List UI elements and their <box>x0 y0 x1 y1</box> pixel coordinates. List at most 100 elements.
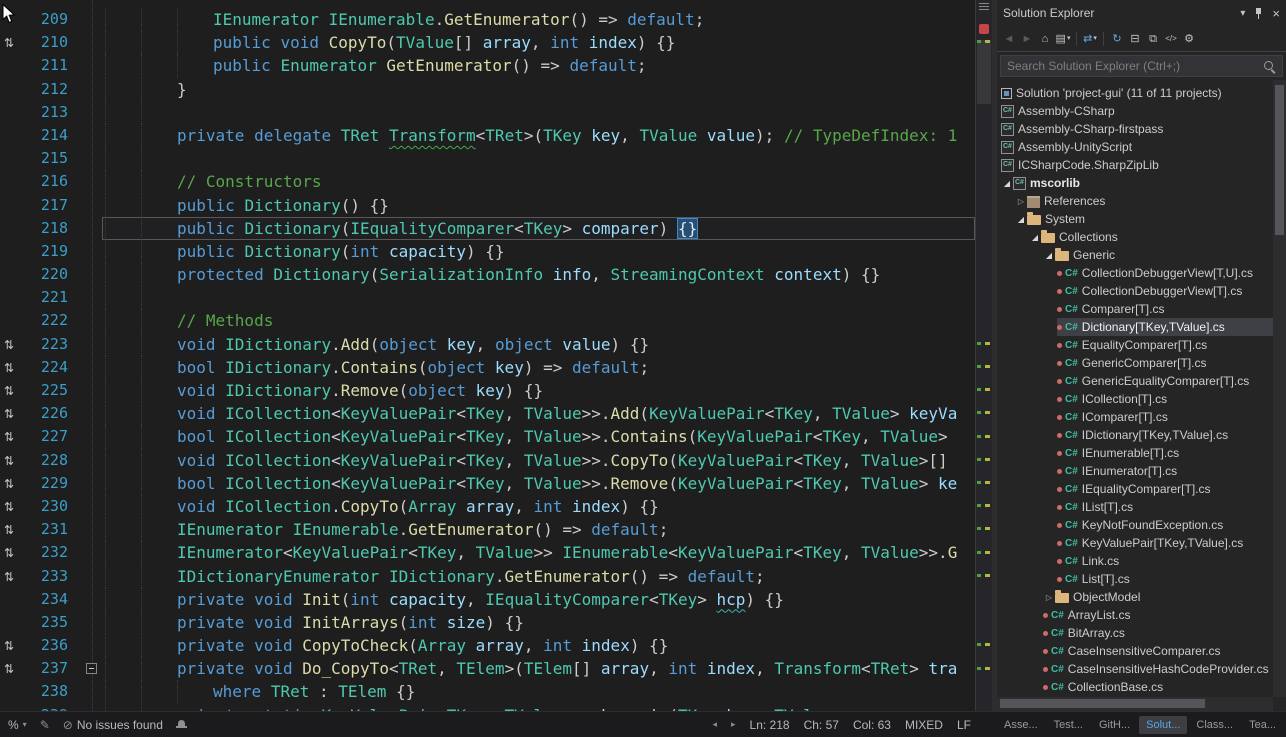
line-number[interactable]: 219 <box>26 240 82 263</box>
line-number[interactable]: 221 <box>26 286 82 309</box>
code-line[interactable]: void IDictionary.Add(object key, object … <box>102 333 975 356</box>
collapse-arrow-icon[interactable]: ◢ <box>1015 215 1027 224</box>
override-indicator-icon[interactable]: ⇅ <box>0 639 14 653</box>
line-number[interactable]: 218 <box>26 217 82 240</box>
code-line[interactable] <box>102 286 975 309</box>
tree-item[interactable]: ▷ObjectModel <box>997 588 1273 606</box>
code-line[interactable]: private void Init(int capacity, IEqualit… <box>102 588 975 611</box>
code-line[interactable]: public Enumerator GetEnumerator() => def… <box>102 54 975 77</box>
override-indicator-icon[interactable]: ⇅ <box>0 384 14 398</box>
tree-item[interactable]: CollectionDebuggerView[T,U].cs <box>997 264 1273 282</box>
tree-item[interactable]: GenericEqualityComparer[T].cs <box>997 372 1273 390</box>
refresh-button[interactable]: ↻ <box>1109 31 1125 47</box>
line-number[interactable]: 213 <box>26 101 82 124</box>
override-indicator-icon[interactable]: ⇅ <box>0 662 14 676</box>
collapse-arrow-icon[interactable]: ◢ <box>1001 179 1013 188</box>
switch-views-button[interactable]: ▤▾ <box>1055 31 1071 47</box>
tree-item[interactable]: IDictionary[TKey,TValue].cs <box>997 426 1273 444</box>
tree-item[interactable]: IList[T].cs <box>997 498 1273 516</box>
nav-back-icon[interactable]: ◂ <box>712 719 717 730</box>
panel-tab[interactable]: Class... <box>1189 716 1240 734</box>
override-indicator-icon[interactable]: ⇅ <box>0 361 14 375</box>
tree-item[interactable]: IEqualityComparer[T].cs <box>997 480 1273 498</box>
tree-item[interactable]: EqualityComparer[T].cs <box>997 336 1273 354</box>
code-line[interactable]: where TRet : TElem {} <box>102 680 975 703</box>
code-line[interactable]: private void CopyToCheck(Array array, in… <box>102 634 975 657</box>
code-line[interactable]: private void InitArrays(int size) {} <box>102 611 975 634</box>
code-line[interactable]: bool ICollection<KeyValuePair<TKey, TVal… <box>102 425 975 448</box>
panel-tab[interactable]: Tea... <box>1242 716 1283 734</box>
search-input[interactable] <box>1000 55 1283 77</box>
tree-item[interactable]: CollectionBase.cs <box>997 678 1273 696</box>
override-indicator-icon[interactable]: ⇅ <box>0 36 14 50</box>
code-line[interactable] <box>102 147 975 170</box>
forward-button[interactable]: ► <box>1019 31 1035 47</box>
tree-item[interactable]: BitArray.cs <box>997 624 1273 642</box>
line-number[interactable]: 227 <box>26 425 82 448</box>
tree-item[interactable]: KeyNotFoundException.cs <box>997 516 1273 534</box>
tree-item[interactable]: ◢System <box>997 210 1273 228</box>
issues-indicator[interactable]: ⊘ No issues found <box>63 718 163 732</box>
tree-item[interactable]: ICollection[T].cs <box>997 390 1273 408</box>
sync-with-active-document-button[interactable]: ⇄▾ <box>1082 31 1098 47</box>
panel-tab[interactable]: Test... <box>1047 716 1090 734</box>
properties-button[interactable]: ⚙ <box>1181 31 1197 47</box>
line-number[interactable]: 228 <box>26 449 82 472</box>
scrollbar-thumb[interactable] <box>977 40 991 104</box>
pin-icon[interactable] <box>1254 7 1263 20</box>
code-text-area[interactable]: IEnumerator IEnumerable.GetEnumerator() … <box>102 0 975 711</box>
line-number[interactable]: 212 <box>26 78 82 101</box>
line-number[interactable]: 229 <box>26 472 82 495</box>
tree-item[interactable]: CollectionDebuggerView[T].cs <box>997 282 1273 300</box>
panel-tab[interactable]: Solut... <box>1139 716 1187 734</box>
code-line[interactable]: IEnumerator IEnumerable.GetEnumerator() … <box>102 8 975 31</box>
line-number[interactable]: 215 <box>26 147 82 170</box>
home-button[interactable]: ⌂ <box>1037 31 1053 47</box>
char-indicator[interactable]: Ch: 57 <box>804 718 839 732</box>
tree-item[interactable]: ICSharpCode.SharpZipLib <box>997 156 1273 174</box>
tree-item[interactable]: Dictionary[TKey,TValue].cs <box>997 318 1273 336</box>
tree-item[interactable]: ◢Collections <box>997 228 1273 246</box>
column-indicator[interactable]: Col: 63 <box>853 718 891 732</box>
tree-item[interactable]: Assembly-CSharp-firstpass <box>997 120 1273 138</box>
line-number[interactable]: 217 <box>26 194 82 217</box>
line-number[interactable]: 211 <box>26 54 82 77</box>
code-line[interactable]: bool IDictionary.Contains(object key) =>… <box>102 356 975 379</box>
code-line[interactable]: void IDictionary.Remove(object key) {} <box>102 379 975 402</box>
code-line[interactable]: IEnumerator<KeyValuePair<TKey, TValue>> … <box>102 541 975 564</box>
override-indicator-icon[interactable]: ⇅ <box>0 523 14 537</box>
scrollbar-thumb[interactable] <box>1000 699 1205 708</box>
line-number[interactable]: 222 <box>26 309 82 332</box>
code-line[interactable]: protected Dictionary(SerializationInfo i… <box>102 263 975 286</box>
collapse-all-button[interactable]: ⊟ <box>1127 31 1143 47</box>
override-indicator-icon[interactable]: ⇅ <box>0 546 14 560</box>
code-line[interactable]: void ICollection<KeyValuePair<TKey, TVal… <box>102 402 975 425</box>
line-number[interactable]: 230 <box>26 495 82 518</box>
code-line[interactable]: private delegate TRet Transform<TRet>(TK… <box>102 124 975 147</box>
code-line[interactable]: } <box>102 78 975 101</box>
line-number[interactable]: 237 <box>26 657 82 680</box>
line-number[interactable]: 235 <box>26 611 82 634</box>
back-button[interactable]: ◄ <box>1001 31 1017 47</box>
tree-item[interactable]: CaseInsensitiveComparer.cs <box>997 642 1273 660</box>
code-line[interactable]: void ICollection.CopyTo(Array array, int… <box>102 495 975 518</box>
override-indicator-icon[interactable]: ⇅ <box>0 477 14 491</box>
close-icon[interactable]: × <box>1272 6 1280 21</box>
panel-tab[interactable]: Asse... <box>997 716 1045 734</box>
tree-item[interactable]: Assembly-CSharp <box>997 102 1273 120</box>
tree-item[interactable]: Link.cs <box>997 552 1273 570</box>
expand-arrow-icon[interactable]: ▷ <box>1043 593 1055 602</box>
line-number[interactable]: 224 <box>26 356 82 379</box>
code-line[interactable]: public Dictionary() {} <box>102 194 975 217</box>
solution-explorer-vertical-scrollbar[interactable] <box>1273 80 1286 697</box>
override-indicator-icon[interactable]: ⇅ <box>0 407 14 421</box>
scrollbar-thumb[interactable] <box>1275 85 1284 235</box>
tree-item[interactable]: KeyValuePair[TKey,TValue].cs <box>997 534 1273 552</box>
code-line[interactable]: bool ICollection<KeyValuePair<TKey, TVal… <box>102 472 975 495</box>
line-ending-mode-indicator[interactable]: MIXED <box>905 718 943 732</box>
window-position-icon[interactable]: ▾ <box>1240 8 1245 19</box>
tree-item[interactable]: Assembly-UnityScript <box>997 138 1273 156</box>
override-indicator-icon[interactable]: ⇅ <box>0 430 14 444</box>
code-line[interactable]: IDictionaryEnumerator IDictionary.GetEnu… <box>102 565 975 588</box>
panel-tab[interactable]: GitH... <box>1092 716 1137 734</box>
